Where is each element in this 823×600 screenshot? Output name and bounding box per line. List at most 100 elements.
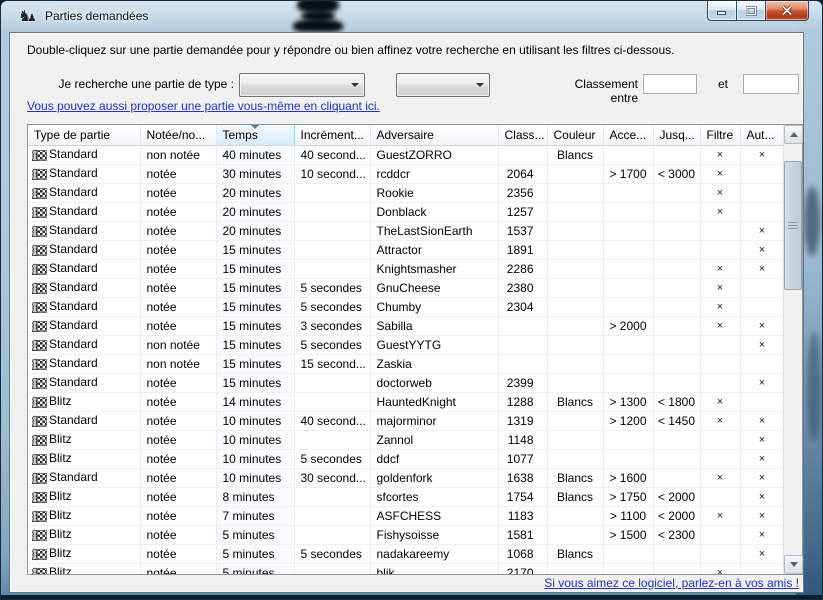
- cell-rating: 2286: [498, 260, 547, 279]
- close-button[interactable]: [766, 1, 809, 21]
- chess-seek-icon: [30, 356, 47, 371]
- cell-color: [547, 222, 603, 241]
- chess-seek-icon: [30, 470, 47, 485]
- cell-filter: [700, 222, 740, 241]
- cell-color: Blancs: [547, 393, 603, 412]
- table-row[interactable]: Standardnon notée40 minutes40 second...G…: [28, 146, 784, 165]
- table-row[interactable]: Blitznotée8 minutessfcortes1754Blancs> 1…: [28, 488, 784, 507]
- table-row[interactable]: Standardnotée15 minutes5 secondesChumby2…: [28, 298, 784, 317]
- column-header-type[interactable]: Type de partie: [28, 125, 140, 146]
- cell-rating: 2170: [498, 564, 547, 575]
- table-row[interactable]: Standardnotée15 minutesAttractor1891×: [28, 241, 784, 260]
- cell-opponent: Zaskia: [370, 355, 498, 374]
- maximize-button[interactable]: [736, 1, 766, 21]
- cell-accept-below: [653, 450, 700, 469]
- cell-auto: ×: [740, 469, 784, 488]
- cell-type: Standard: [28, 184, 140, 203]
- maximize-icon: [746, 6, 757, 16]
- rating-max-input[interactable]: [743, 74, 799, 94]
- scroll-up-icon: [790, 132, 798, 137]
- cell-rated: notée: [140, 374, 216, 393]
- table-row[interactable]: Standardnon notée15 minutes5 secondesGue…: [28, 336, 784, 355]
- cell-increment: 5 secondes: [294, 279, 370, 298]
- cell-increment: 40 second...: [294, 146, 370, 165]
- table-row[interactable]: Standardnotée30 minutes10 second...rcddc…: [28, 165, 784, 184]
- rating-min-input[interactable]: [643, 74, 697, 94]
- cell-time: 10 minutes: [216, 431, 294, 450]
- table-row[interactable]: Blitznotée5 minutesFishysoisse1581> 1500…: [28, 526, 784, 545]
- cell-accept-above: > 1600: [603, 469, 653, 488]
- table-row[interactable]: Standardnotée15 minutesKnightsmasher2286…: [28, 260, 784, 279]
- cell-rated: notée: [140, 393, 216, 412]
- cell-accept-below: [653, 317, 700, 336]
- cell-accept-above: [603, 564, 653, 575]
- cell-filter: ×: [700, 146, 740, 165]
- chess-seek-icon: [30, 204, 47, 219]
- games-table: Type de partie Notée/no... Temps Incréme…: [27, 124, 803, 575]
- cell-increment: 3 secondes: [294, 317, 370, 336]
- cell-rated: notée: [140, 545, 216, 564]
- cell-color: [547, 450, 603, 469]
- share-software-link[interactable]: Si vous aimez ce logiciel, parlez-en à v…: [10, 576, 799, 590]
- cell-opponent: majorminor: [370, 412, 498, 431]
- column-header-temps[interactable]: Temps: [216, 125, 294, 146]
- table-row[interactable]: Standardnotée15 minutesdoctorweb2399×: [28, 374, 784, 393]
- title-bar[interactable]: ♞♟ Parties demandées: [1, 1, 822, 32]
- scroll-up-button[interactable]: [784, 125, 803, 144]
- cell-rated: notée: [140, 412, 216, 431]
- cell-auto: ×: [740, 317, 784, 336]
- cell-color: [547, 431, 603, 450]
- scroll-down-button[interactable]: [784, 555, 803, 574]
- cell-increment: [294, 374, 370, 393]
- table-row[interactable]: Blitznotée14 minutesHauntedKnight1288Bla…: [28, 393, 784, 412]
- cell-rated: notée: [140, 450, 216, 469]
- vertical-scrollbar[interactable]: [783, 125, 802, 574]
- table-row[interactable]: Blitznotée5 minutes5 secondesnadakareemy…: [28, 545, 784, 564]
- table-row[interactable]: Standardnotée20 minutesRookie2356×: [28, 184, 784, 203]
- table-row[interactable]: Standardnotée20 minutesTheLastSionEarth1…: [28, 222, 784, 241]
- table-row[interactable]: Standardnotée10 minutes30 second...golde…: [28, 469, 784, 488]
- table-row[interactable]: Blitznotée5 minutesblik2170×: [28, 564, 784, 575]
- cell-filter: [700, 526, 740, 545]
- table-row[interactable]: Standardnotée20 minutesDonblack1257×: [28, 203, 784, 222]
- cell-filter: ×: [700, 564, 740, 575]
- column-header-adversaire[interactable]: Adversaire: [370, 125, 498, 146]
- cell-accept-above: > 1750: [603, 488, 653, 507]
- table-row[interactable]: Standardnotée15 minutes5 secondesGnuChee…: [28, 279, 784, 298]
- column-header-auto[interactable]: Aut...: [740, 125, 784, 146]
- cell-color: [547, 336, 603, 355]
- propose-game-link[interactable]: Vous pouvez aussi proposer une partie vo…: [27, 99, 380, 113]
- cell-type: Standard: [28, 146, 140, 165]
- table-row[interactable]: Standardnon notée15 minutes15 second...Z…: [28, 355, 784, 374]
- column-header-classement[interactable]: Class...: [498, 125, 547, 146]
- cell-color: [547, 355, 603, 374]
- table-row[interactable]: Blitznotée10 minutes5 secondesddcf1077×: [28, 450, 784, 469]
- cell-accept-below: [653, 545, 700, 564]
- chess-seek-icon: [30, 337, 47, 352]
- column-header-couleur[interactable]: Couleur: [547, 125, 603, 146]
- column-header-rated[interactable]: Notée/no...: [140, 125, 216, 146]
- cell-rating: 2399: [498, 374, 547, 393]
- cell-auto: [740, 298, 784, 317]
- cell-rated: non notée: [140, 355, 216, 374]
- table-row[interactable]: Blitznotée7 minutesASFCHESS1183> 1100< 2…: [28, 507, 784, 526]
- column-header-increment[interactable]: Incrément...: [294, 125, 370, 146]
- cell-accept-above: [603, 184, 653, 203]
- minimize-button[interactable]: [707, 1, 736, 21]
- game-type-combo-1[interactable]: [239, 73, 365, 97]
- column-header-accepte[interactable]: Acce...: [603, 125, 653, 146]
- game-type-combo-2[interactable]: [396, 73, 490, 97]
- scrollbar-thumb[interactable]: [784, 161, 802, 290]
- cell-accept-below: < 1450: [653, 412, 700, 431]
- cell-color: [547, 412, 603, 431]
- column-header-jusqua[interactable]: Jusq...: [653, 125, 700, 146]
- table-row[interactable]: Blitznotée10 minutesZannol1148×: [28, 431, 784, 450]
- table-row[interactable]: Standardnotée10 minutes40 second...major…: [28, 412, 784, 431]
- cell-accept-below: < 2000: [653, 488, 700, 507]
- cell-rated: non notée: [140, 336, 216, 355]
- close-icon: [781, 5, 793, 16]
- column-header-filtre[interactable]: Filtre: [700, 125, 740, 146]
- chess-seek-icon: [30, 318, 47, 333]
- dialog-client-area: Double-cliquez sur une partie demandée p…: [9, 32, 804, 593]
- table-row[interactable]: Standardnotée15 minutes3 secondesSabilla…: [28, 317, 784, 336]
